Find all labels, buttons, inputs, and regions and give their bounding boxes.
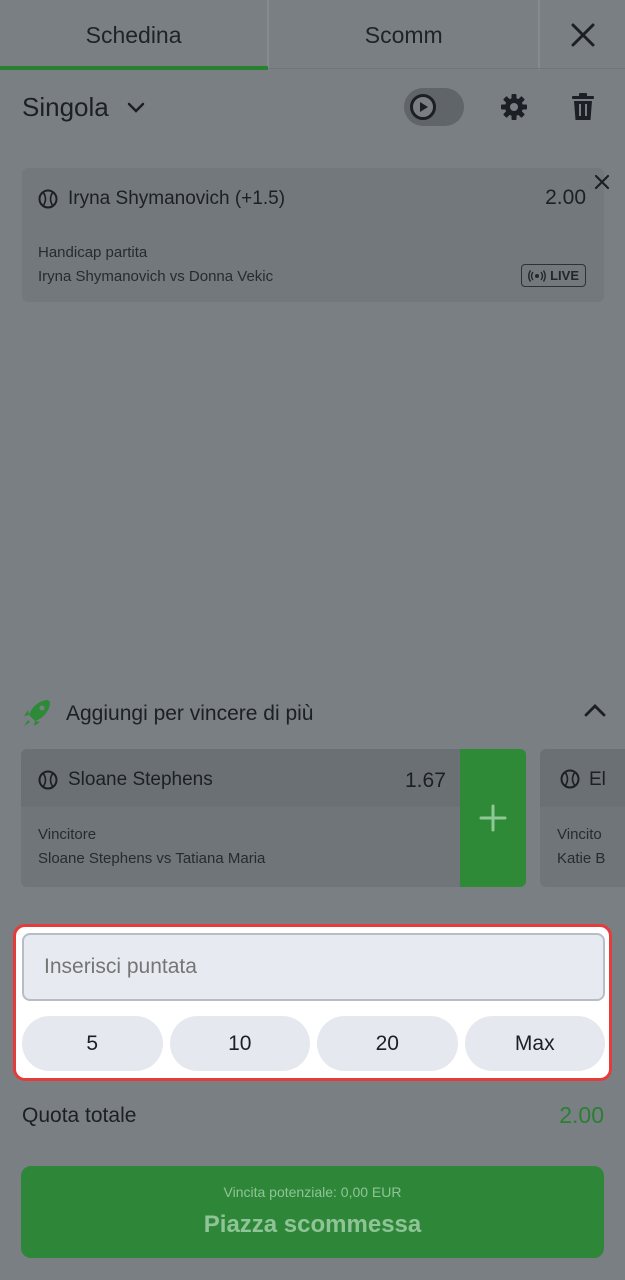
chevron-up-icon [584,704,606,717]
stake-chip-max[interactable]: Max [464,1016,605,1071]
suggested-market: Vincitore [38,826,97,843]
suggested-bet-card: Sloane Stephens 1.67 Vincitore Sloane St… [21,749,526,887]
clear-betslip-button[interactable] [569,92,597,127]
stake-panel: 5 10 20 Max [13,924,612,1081]
settings-button[interactable] [499,92,529,127]
live-badge-label: LIVE [550,268,579,283]
suggested-bet-header [540,749,625,807]
plus-icon [479,804,507,832]
live-badge: LIVE [521,264,586,287]
bet-type-label: Singola [22,92,109,122]
close-icon [571,23,595,47]
suggested-selection-label: El [589,769,606,790]
suggested-event: Sloane Stephens vs Tatiana Maria [38,850,266,867]
suggested-selection-label: Sloane Stephens [68,769,213,790]
add-selection-button[interactable] [460,749,526,887]
tennis-ball-icon [38,189,58,209]
place-bet-button[interactable]: Vincita potenziale: 0,00 EUR Piazza scom… [21,1166,604,1258]
close-button[interactable] [540,0,625,70]
remove-selection-button[interactable] [592,172,612,197]
bet-type-selector[interactable]: Singola [22,92,145,123]
selection-name: Iryna Shymanovich (+1.5) [38,188,285,210]
selection-label: Iryna Shymanovich (+1.5) [68,188,286,209]
selection-event: Iryna Shymanovich vs Donna Vekic [38,268,274,285]
close-icon [594,174,610,190]
suggested-odds: 1.67 [405,769,446,792]
stake-chip-5[interactable]: 5 [22,1016,163,1071]
potential-win-text: Vincita potenziale: 0,00 EUR [223,1184,402,1200]
play-icon [420,102,428,112]
tab-scommesse-label: Scomm [364,21,443,48]
toggle-knob [410,94,436,120]
gear-icon [501,94,527,120]
tab-scommesse[interactable]: Scomm [269,0,538,70]
toolbar: Singola [0,70,625,150]
selection-odds: 2.00 [545,186,586,209]
tab-schedina[interactable]: Schedina [0,0,269,70]
quick-stake-chips: 5 10 20 Max [22,1016,605,1071]
chevron-down-icon [127,102,144,113]
suggested-event: Katie B [557,850,606,867]
tennis-ball-icon [560,769,580,789]
broadcast-icon [528,269,547,282]
trash-icon [572,93,594,120]
bet-selection-card: Iryna Shymanovich (+1.5) 2.00 Handicap p… [22,168,604,302]
quick-bet-toggle[interactable] [404,88,464,126]
tab-bar: Schedina Scomm [0,0,625,70]
boost-header[interactable]: Aggiungi per vincere di più [22,696,607,732]
rocket-icon [24,700,50,726]
place-bet-label: Piazza scommessa [203,1211,422,1238]
suggested-selection: Sloane Stephens [38,769,213,791]
total-odds-row: Quota totale 2.00 [22,1102,604,1134]
suggested-bet-card[interactable]: El Vincito Katie B [540,749,625,887]
selection-market: Handicap partita [38,244,148,261]
total-odds-label: Quota totale [22,1104,137,1127]
boost-label: Aggiungi per vincere di più [66,702,314,725]
stake-input[interactable] [22,933,605,1001]
stake-chip-20[interactable]: 20 [317,1016,458,1071]
header-divider [268,68,625,69]
stake-chip-10[interactable]: 10 [169,1016,310,1071]
tennis-ball-icon [38,770,58,790]
suggested-market: Vincito [557,826,602,843]
tab-schedina-label: Schedina [85,21,182,48]
total-odds-value: 2.00 [559,1102,604,1128]
